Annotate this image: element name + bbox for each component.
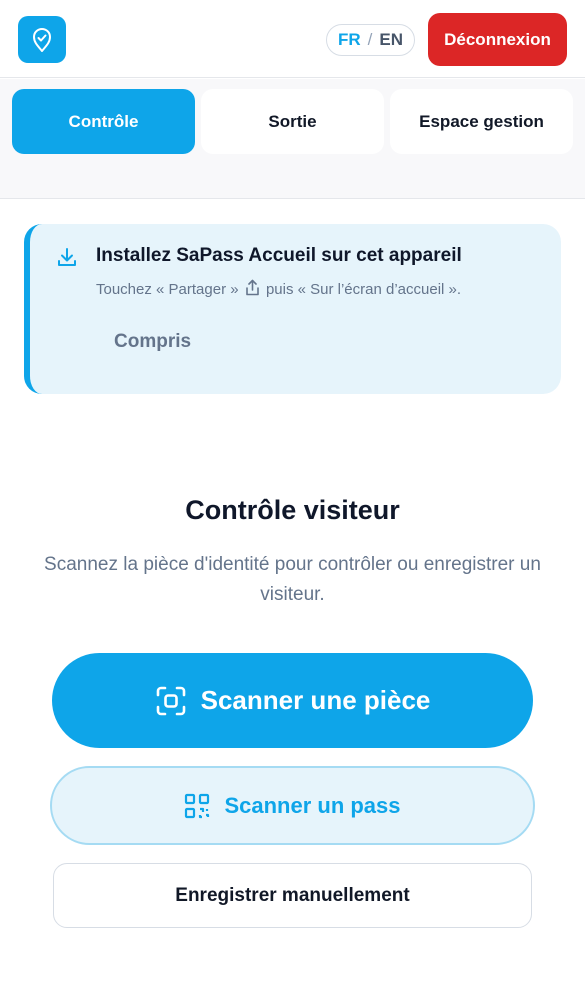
install-desc-after: puis « Sur l’écran d’accueil ». bbox=[265, 281, 462, 298]
download-icon bbox=[58, 248, 76, 266]
manual-register-button[interactable]: Enregistrer manuellement bbox=[53, 863, 532, 928]
app-logo[interactable] bbox=[18, 16, 66, 63]
install-banner: Installez SaPass Accueil sur cet apparei… bbox=[24, 224, 561, 394]
scan-pass-label: Scanner un pass bbox=[224, 792, 401, 818]
scan-frame-icon bbox=[156, 686, 185, 715]
scan-pass-button[interactable]: Scanner un pass bbox=[50, 766, 535, 845]
language-switcher: FR / EN bbox=[326, 24, 415, 56]
dismiss-install-button[interactable]: Compris bbox=[114, 331, 191, 353]
install-desc-before: Touchez « Partager » bbox=[96, 281, 239, 298]
logout-button[interactable]: Déconnexion bbox=[428, 13, 567, 66]
lang-separator: / bbox=[367, 30, 373, 49]
top-header: FR / EN Déconnexion bbox=[0, 0, 585, 78]
install-banner-description: Touchez « Partager » puis « Sur l’écran … bbox=[96, 279, 461, 298]
install-banner-title: Installez SaPass Accueil sur cet apparei… bbox=[96, 245, 462, 266]
tab-espace-gestion[interactable]: Espace gestion bbox=[390, 89, 573, 154]
tab-bar: Contrôle Sortie Espace gestion bbox=[0, 79, 585, 199]
qr-code-icon bbox=[185, 793, 210, 818]
shield-check-icon bbox=[33, 27, 51, 52]
share-icon bbox=[245, 279, 259, 296]
tab-controle[interactable]: Contrôle bbox=[12, 89, 195, 154]
scan-id-button[interactable]: Scanner une pièce bbox=[52, 653, 533, 748]
scan-id-label: Scanner une pièce bbox=[200, 685, 431, 715]
lang-fr-option[interactable]: FR bbox=[338, 30, 361, 50]
page-title: Contrôle visiteur bbox=[185, 495, 400, 525]
page-subtitle: Scannez la pièce d'identité pour contrôl… bbox=[44, 554, 541, 605]
lang-en-option[interactable]: EN bbox=[379, 30, 403, 50]
tab-sortie[interactable]: Sortie bbox=[201, 89, 384, 154]
